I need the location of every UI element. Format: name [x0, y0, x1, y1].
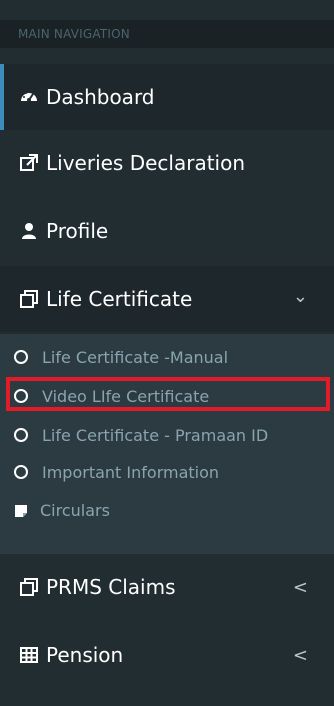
- submenu-item-label: Important Information: [42, 462, 220, 482]
- sidebar-item-label: PRMS Claims: [46, 575, 176, 599]
- sidebar-item-label: Liveries Declaration: [46, 151, 246, 175]
- clone-icon: [18, 576, 40, 598]
- sidebar-item-label: Life Certificate: [46, 287, 193, 311]
- clone-icon: [18, 288, 40, 310]
- life-certificate-submenu: Life Certificate -Manual Video LIfe Cert…: [0, 334, 334, 554]
- chevron-down-icon: ⌄: [292, 286, 308, 307]
- submenu-item-label: Video LIfe Certificate: [42, 386, 210, 406]
- chevron-left-icon: <: [292, 644, 308, 666]
- main-navigation-header: MAIN NAVIGATION: [0, 20, 334, 48]
- submenu-item-label: Circulars: [40, 500, 110, 520]
- submenu-item-video-life-certificate[interactable]: Video LIfe Certificate: [0, 379, 334, 413]
- table-icon: [18, 644, 40, 666]
- sidebar-item-profile[interactable]: Profile: [0, 198, 334, 264]
- sidebar-item-prms-claims[interactable]: PRMS Claims <: [0, 554, 334, 620]
- circle-outline-icon: [14, 350, 28, 364]
- sidebar-item-life-certificate[interactable]: Life Certificate ⌄: [0, 266, 334, 332]
- submenu-item-label: Life Certificate -Manual: [42, 347, 229, 367]
- chevron-left-icon: <: [292, 576, 308, 598]
- submenu-item-circulars[interactable]: Circulars: [0, 493, 334, 527]
- sidebar-item-label: Dashboard: [46, 85, 155, 109]
- circle-outline-icon: [14, 428, 28, 442]
- user-icon: [18, 220, 40, 242]
- sidebar-item-label: Pension: [46, 643, 124, 667]
- sidebar-item-label: Profile: [46, 219, 109, 243]
- submenu-item-life-certificate-manual[interactable]: Life Certificate -Manual: [0, 340, 334, 374]
- circle-outline-icon: [14, 389, 28, 403]
- dashboard-gauge-icon: [18, 86, 40, 108]
- circle-outline-icon: [14, 465, 28, 479]
- sidebar-item-pension[interactable]: Pension <: [0, 622, 334, 688]
- sidebar: MAIN NAVIGATION Dashboard Liveries Decla…: [0, 0, 334, 706]
- submenu-item-important-information[interactable]: Important Information: [0, 455, 334, 489]
- sidebar-item-liveries-declaration[interactable]: Liveries Declaration: [0, 130, 334, 196]
- submenu-item-life-certificate-pramaan-id[interactable]: Life Certificate - Pramaan ID: [0, 418, 334, 452]
- sticky-note-icon: [14, 503, 28, 517]
- external-link-icon: [18, 152, 40, 174]
- sidebar-item-dashboard[interactable]: Dashboard: [0, 64, 334, 130]
- submenu-item-label: Life Certificate - Pramaan ID: [42, 425, 269, 445]
